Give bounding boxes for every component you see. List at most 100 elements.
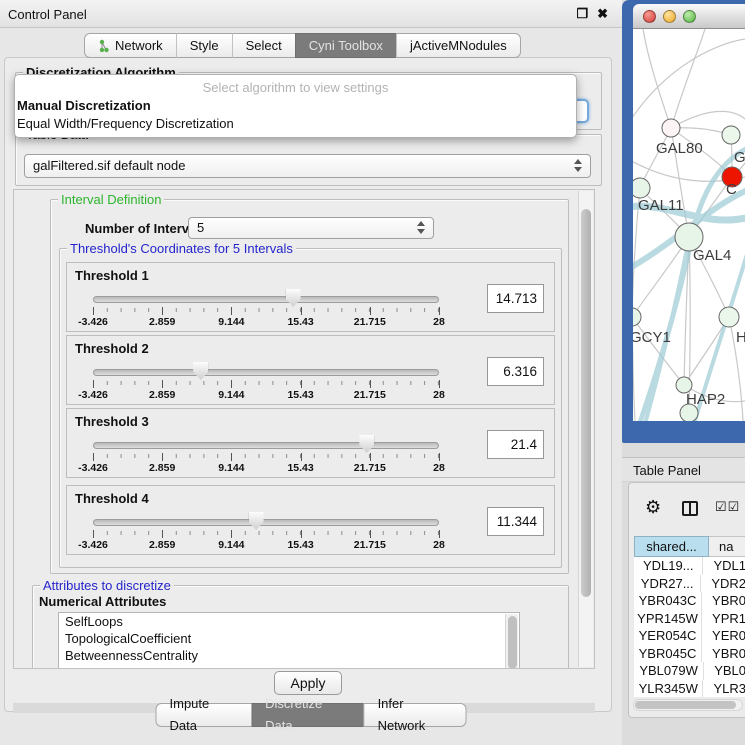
bottom-tabbar: Impute DataDiscretize DataInfer Network: [156, 703, 467, 727]
node-table[interactable]: shared... na YDL19...YDL1YDR27...YDR2YBR…: [634, 536, 745, 697]
tick-label: 15.43: [287, 389, 313, 401]
node-ga[interactable]: [722, 126, 740, 144]
cell-shared-name: YDL19...: [634, 557, 703, 575]
cell-shared-name: YBR043C: [634, 592, 702, 610]
tab-label: jActiveMNodules: [410, 38, 507, 53]
table-row[interactable]: YER054CYER0: [634, 627, 745, 645]
tab-select[interactable]: Select: [232, 33, 295, 58]
threshold-slider[interactable]: -3.4262.8599.14415.4321.71528: [93, 336, 439, 406]
close-icon[interactable]: ✖: [597, 6, 608, 22]
slider-track[interactable]: [93, 519, 439, 526]
table-data-combobox[interactable]: galFiltered.sif default node: [24, 154, 591, 178]
tick-label: 9.144: [218, 389, 244, 401]
major-tick: [370, 380, 371, 388]
tab-jactivemnodules[interactable]: jActiveMNodules: [396, 33, 521, 58]
slider-thumb-icon[interactable]: [193, 362, 208, 380]
float-window-icon[interactable]: ❐: [576, 6, 588, 22]
cell-shared-name: YER054C: [634, 627, 702, 645]
threshold-value-field[interactable]: 21.4: [487, 430, 544, 459]
tab-impute-data[interactable]: Impute Data: [156, 703, 252, 727]
list-scrollbar[interactable]: [505, 614, 518, 669]
table-data-group: Table Data galFiltered.sif default node: [15, 134, 602, 186]
control-panel-titlebar: Control Panel ❐ ✖: [0, 0, 622, 28]
table-row[interactable]: YDR27...YDR2: [634, 575, 745, 593]
numerical-attributes-list[interactable]: SelfLoopsTopologicalCoefficientBetweenne…: [58, 612, 520, 669]
label-gcy1: GCY1: [633, 329, 671, 346]
major-tick: [370, 307, 371, 315]
number-of-intervals-combobox[interactable]: 5: [188, 217, 434, 239]
network-graph: GAL80 GA C GAL11 GAL4 GCY1 H HAP2: [633, 29, 745, 421]
network-window-titlebar[interactable]: [633, 4, 745, 29]
table-panel: ⚙ ☑☑ shared... na YDL19...YDL1YDR27...YD…: [628, 482, 745, 718]
tick-label: 2.859: [149, 389, 175, 401]
major-tick: [231, 307, 232, 315]
slider-thumb-icon[interactable]: [249, 512, 264, 530]
mac-zoom-icon[interactable]: [683, 10, 696, 23]
tab-network[interactable]: Network: [84, 33, 176, 58]
group-title-attributes: Attributes to discretize: [40, 578, 174, 593]
table-row[interactable]: YBR043CYBR0: [634, 592, 745, 610]
column-header-name[interactable]: na: [709, 536, 745, 557]
settings-gear-icon[interactable]: ⚙: [645, 497, 661, 518]
threshold-value-field[interactable]: 6.316: [487, 357, 544, 386]
slider-track[interactable]: [93, 369, 439, 376]
major-tick: [162, 307, 163, 315]
node-gal11[interactable]: [633, 178, 650, 198]
table-row[interactable]: YBR045CYBR0: [634, 645, 745, 663]
interval-definition-group: Interval Definition Number of Intervals …: [50, 199, 569, 574]
list-item[interactable]: SelfLoops: [59, 613, 519, 630]
threshold-slider[interactable]: -3.4262.8599.14415.4321.71528: [93, 409, 439, 479]
slider-track[interactable]: [93, 296, 439, 303]
threshold-value-field[interactable]: 14.713: [487, 284, 544, 313]
apply-button[interactable]: Apply: [274, 671, 342, 695]
attributes-group: Attributes to discretize Numerical Attri…: [32, 585, 569, 669]
intervals-value: 5: [197, 220, 204, 235]
stepper-icon: [417, 221, 426, 234]
table-panel-title: Table Panel: [633, 463, 701, 478]
network-view-window: GAL80 GA C GAL11 GAL4 GCY1 H HAP2: [622, 0, 745, 443]
tick-label: -3.426: [78, 389, 108, 401]
tab-infer-network[interactable]: Infer Network: [364, 703, 467, 727]
horizontal-scrollbar[interactable]: [633, 699, 743, 711]
slider-track[interactable]: [93, 442, 439, 449]
tick-label: 9.144: [218, 462, 244, 474]
table-row[interactable]: YLR345WYLR3: [634, 680, 745, 698]
tab-cyni-toolbox[interactable]: Cyni Toolbox: [295, 33, 396, 58]
node-h[interactable]: [719, 307, 739, 327]
tick-label: 2.859: [149, 539, 175, 551]
dropdown-option-equal-width[interactable]: Equal Width/Frequency Discretization: [17, 116, 576, 131]
major-tick: [370, 530, 371, 538]
column-header-shared-name[interactable]: shared...: [634, 536, 709, 557]
table-header-row: shared... na: [634, 536, 745, 557]
dropdown-option-manual[interactable]: Manual Discretization: [17, 98, 576, 113]
table-row[interactable]: YDL19...YDL1: [634, 557, 745, 575]
tab-style[interactable]: Style: [176, 33, 232, 58]
select-columns-checkbox-icons[interactable]: ☑☑: [715, 499, 740, 515]
major-tick: [439, 453, 440, 461]
cyni-toolbox-panel: Discretization Algorithm Table Data galF…: [4, 57, 612, 712]
control-panel: Control Panel ❐ ✖ NetworkStyleSelect Cyni…: [0, 0, 622, 745]
threshold-slider[interactable]: -3.4262.8599.14415.4321.71528: [93, 486, 439, 556]
slider-thumb-icon[interactable]: [286, 289, 301, 307]
network-canvas[interactable]: GAL80 GA C GAL11 GAL4 GCY1 H HAP2: [633, 29, 745, 421]
slider-thumb-icon[interactable]: [359, 435, 374, 453]
list-item[interactable]: TopologicalCoefficient: [59, 630, 519, 647]
tab-discretize-data[interactable]: Discretize Data: [251, 703, 363, 727]
columns-icon[interactable]: [682, 501, 698, 516]
label-ga: GA: [734, 149, 745, 166]
list-item[interactable]: BetweennessCentrality: [59, 647, 519, 664]
panel-title: Control Panel: [8, 7, 87, 22]
node-gal80[interactable]: [662, 119, 680, 137]
threshold-value-field[interactable]: 11.344: [487, 507, 544, 536]
tab-label: Cyni Toolbox: [309, 38, 383, 53]
node-gcy1[interactable]: [633, 308, 641, 326]
mac-minimize-icon[interactable]: [663, 10, 676, 23]
vertical-scrollbar[interactable]: [578, 191, 593, 667]
major-tick: [439, 380, 440, 388]
major-tick: [162, 380, 163, 388]
table-row[interactable]: YBL079WYBL0: [634, 662, 745, 680]
table-row[interactable]: YPR145WYPR1: [634, 610, 745, 628]
mac-close-icon[interactable]: [643, 10, 656, 23]
label-gal80: GAL80: [656, 140, 703, 157]
threshold-slider[interactable]: -3.4262.8599.14415.4321.71528: [93, 263, 439, 333]
